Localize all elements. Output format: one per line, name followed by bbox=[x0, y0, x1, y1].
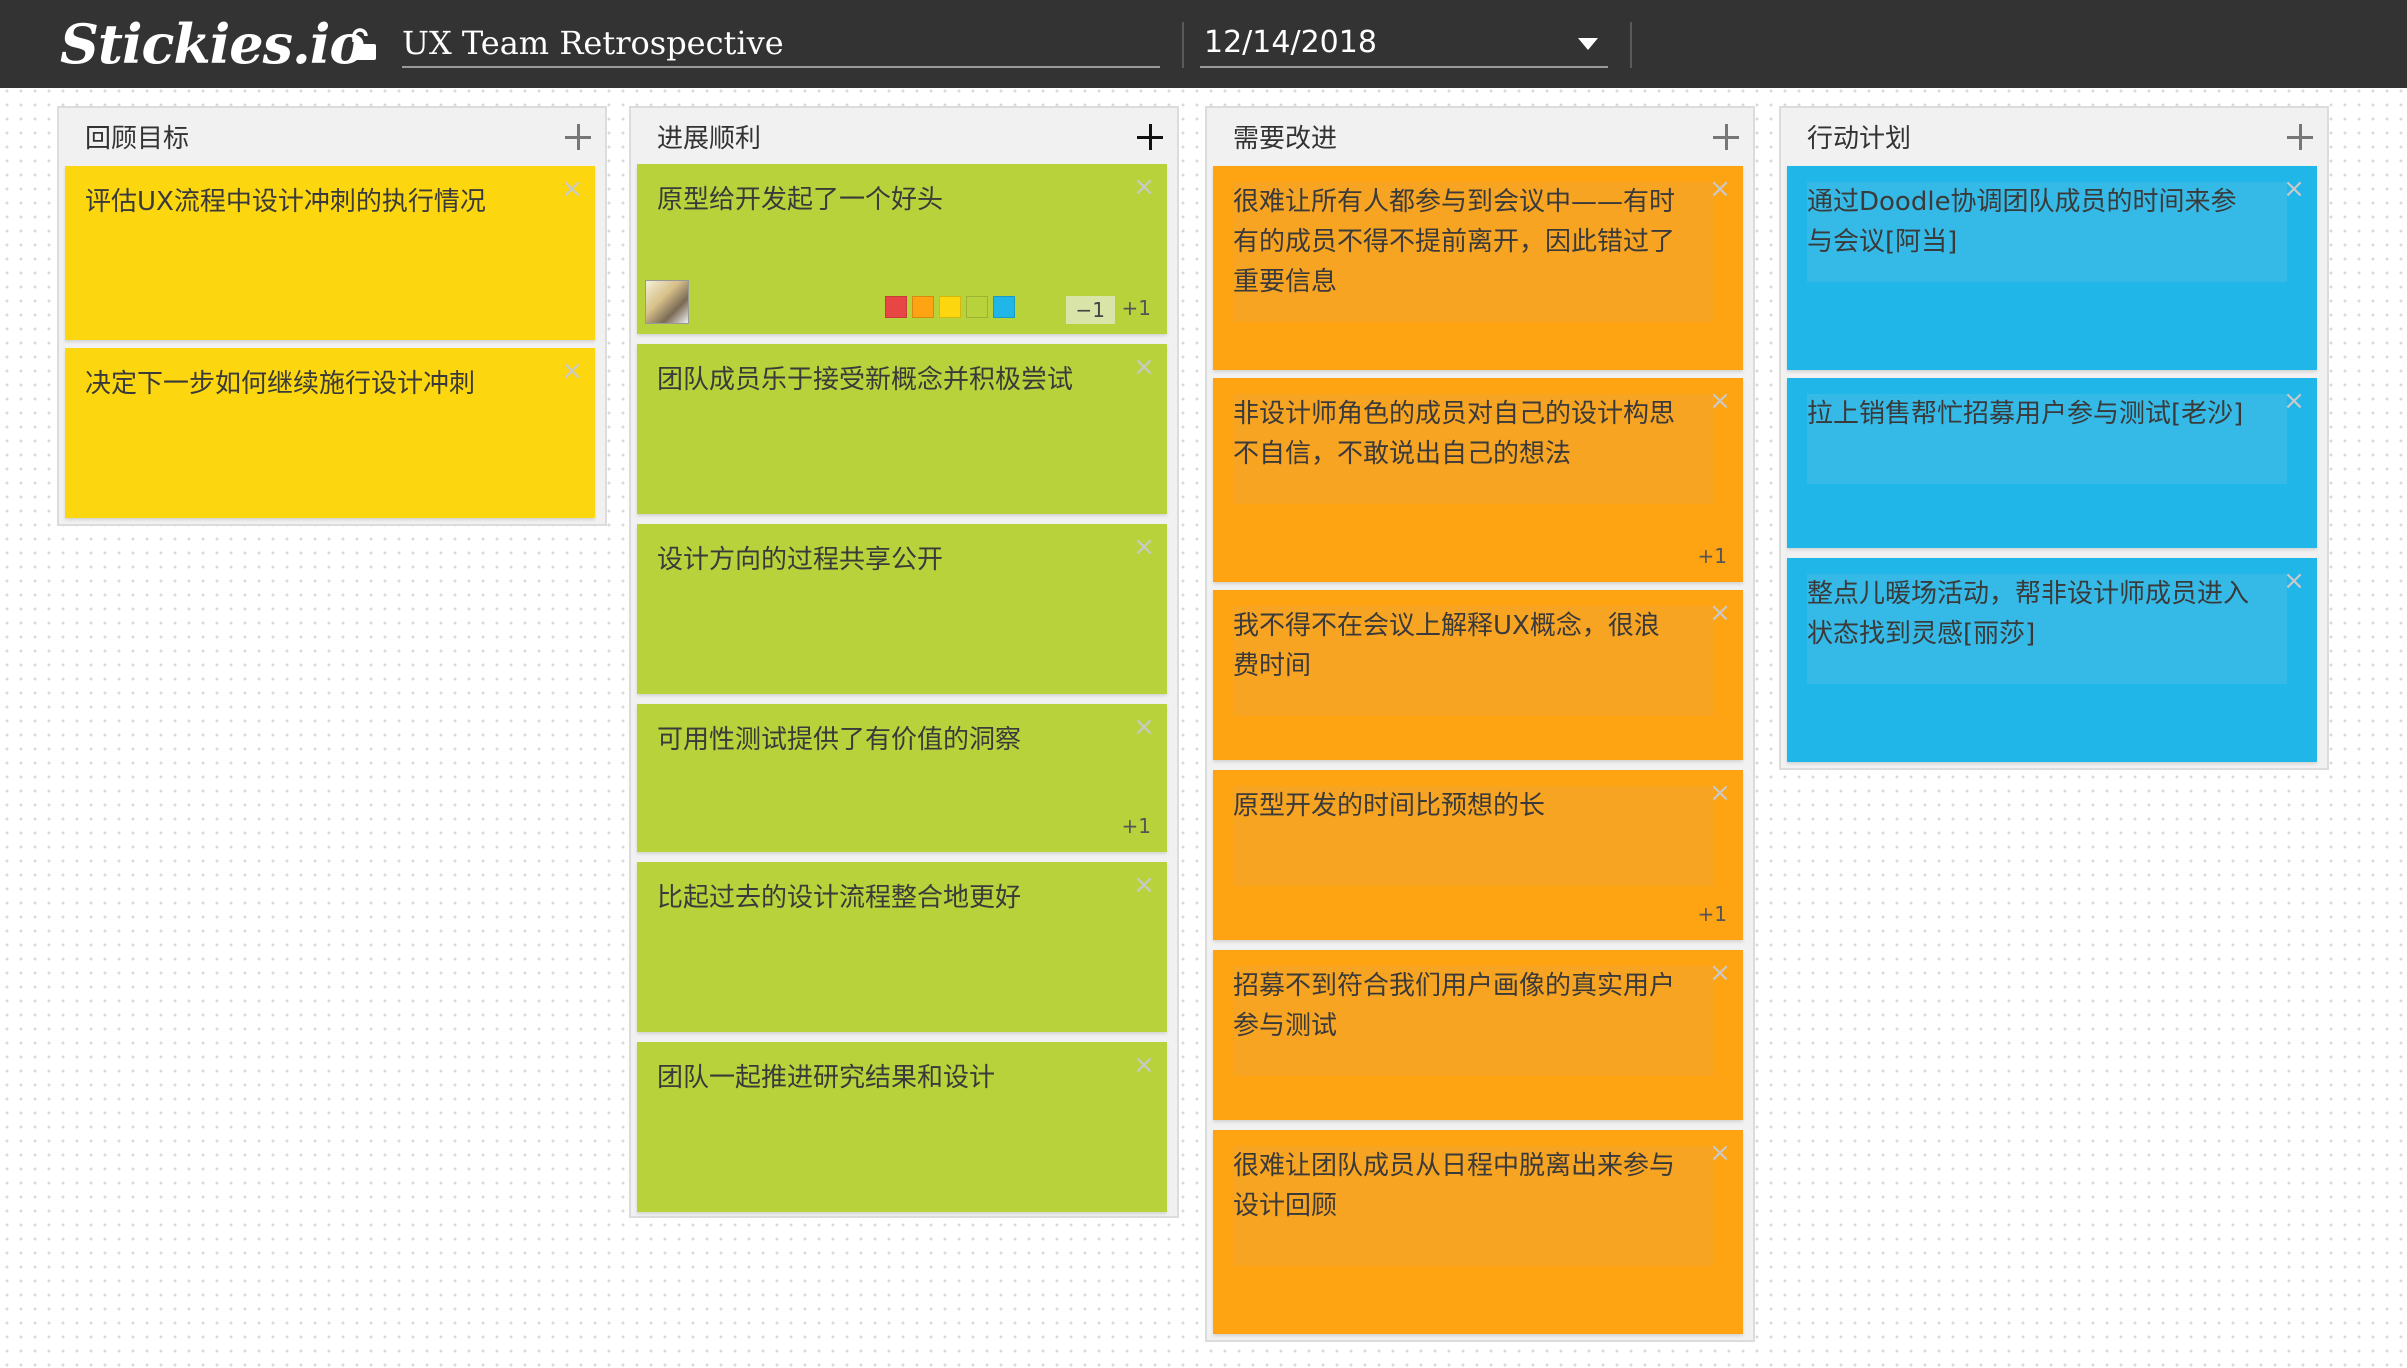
divider bbox=[1630, 22, 1632, 68]
close-icon[interactable]: × bbox=[2281, 388, 2307, 414]
date-value: 12/14/2018 bbox=[1204, 25, 1377, 60]
close-icon[interactable]: × bbox=[1707, 176, 1733, 202]
swatch-orange[interactable] bbox=[912, 296, 934, 318]
note-text[interactable]: 通过Doodle协调团队成员的时间来参与会议[阿当] bbox=[1807, 182, 2257, 262]
column-title: 需要改进 bbox=[1233, 124, 1338, 154]
column-action-plan: 行动计划 通过Doodle协调团队成员的时间来参与会议[阿当] × 拉上销售帮忙… bbox=[1779, 106, 2329, 770]
note-text[interactable]: 很难让所有人都参与到会议中——有时有的成员不得不提前离开，因此错过了重要信息 bbox=[1233, 182, 1683, 302]
sticky-note[interactable]: 决定下一步如何继续施行设计冲刺 × bbox=[65, 348, 595, 518]
close-icon[interactable]: × bbox=[1707, 388, 1733, 414]
note-text[interactable]: 招募不到符合我们用户画像的真实用户参与测试 bbox=[1233, 966, 1683, 1046]
column-title: 进展顺利 bbox=[657, 124, 762, 154]
note-text[interactable]: 原型开发的时间比预想的长 bbox=[1233, 786, 1683, 826]
add-note-button[interactable] bbox=[565, 124, 591, 150]
note-text[interactable]: 设计方向的过程共享公开 bbox=[657, 540, 1107, 580]
sticky-note[interactable]: 我不得不在会议上解释UX概念，很浪费时间 × bbox=[1213, 590, 1743, 760]
close-icon[interactable]: × bbox=[559, 176, 585, 202]
note-text[interactable]: 团队成员乐于接受新概念并积极尝试 bbox=[657, 360, 1107, 400]
close-icon[interactable]: × bbox=[2281, 176, 2307, 202]
divider bbox=[1182, 22, 1184, 68]
sticky-note[interactable]: 原型开发的时间比预想的长 × +1 bbox=[1213, 770, 1743, 940]
sticky-note[interactable]: 可用性测试提供了有价值的洞察 × +1 bbox=[637, 704, 1167, 852]
upvote-button[interactable]: +1 bbox=[1122, 296, 1151, 320]
column-title: 行动计划 bbox=[1807, 124, 1912, 154]
note-text[interactable]: 整点儿暖场活动，帮非设计师成员进入状态找到灵感[丽莎] bbox=[1807, 574, 2257, 654]
chevron-down-icon[interactable] bbox=[1576, 36, 1600, 52]
note-text[interactable]: 非设计师角色的成员对自己的设计构思不自信，不敢说出自己的想法 bbox=[1233, 394, 1683, 474]
board-title-input[interactable]: UX Team Retrospective bbox=[402, 20, 1160, 68]
app-logo[interactable]: Stickies.io bbox=[60, 8, 365, 80]
swatch-blue[interactable] bbox=[993, 296, 1015, 318]
swatch-red[interactable] bbox=[885, 296, 907, 318]
sticky-note[interactable]: 很难让所有人都参与到会议中——有时有的成员不得不提前离开，因此错过了重要信息 × bbox=[1213, 166, 1743, 370]
column-needs-improvement: 需要改进 很难让所有人都参与到会议中——有时有的成员不得不提前离开，因此错过了重… bbox=[1205, 106, 1755, 1342]
close-icon[interactable]: × bbox=[1707, 960, 1733, 986]
close-icon[interactable]: × bbox=[1131, 354, 1157, 380]
column-title: 回顾目标 bbox=[85, 124, 190, 154]
close-icon[interactable]: × bbox=[1131, 174, 1157, 200]
date-dropdown[interactable]: 12/14/2018 bbox=[1200, 20, 1608, 68]
sticky-note[interactable]: 非设计师角色的成员对自己的设计构思不自信，不敢说出自己的想法 × +1 bbox=[1213, 378, 1743, 582]
note-text[interactable]: 团队一起推进研究结果和设计 bbox=[657, 1058, 1107, 1098]
close-icon[interactable]: × bbox=[2281, 568, 2307, 594]
add-note-button[interactable] bbox=[1137, 124, 1163, 150]
note-text[interactable]: 可用性测试提供了有价值的洞察 bbox=[657, 720, 1107, 760]
add-note-button[interactable] bbox=[1713, 124, 1739, 150]
unlocked-padlock-icon[interactable] bbox=[350, 28, 386, 64]
upvote-button[interactable]: +1 bbox=[1122, 814, 1151, 838]
note-text[interactable]: 比起过去的设计流程整合地更好 bbox=[657, 878, 1107, 918]
note-text[interactable]: 拉上销售帮忙招募用户参与测试[老沙] bbox=[1807, 394, 2257, 434]
close-icon[interactable]: × bbox=[1131, 872, 1157, 898]
note-text[interactable]: 我不得不在会议上解释UX概念，很浪费时间 bbox=[1233, 606, 1683, 686]
sticky-note[interactable]: 通过Doodle协调团队成员的时间来参与会议[阿当] × bbox=[1787, 166, 2317, 370]
note-text[interactable]: 原型给开发起了一个好头 bbox=[657, 180, 1107, 220]
upvote-button[interactable]: +1 bbox=[1698, 902, 1727, 926]
column-review-goals: 回顾目标 评估UX流程中设计冲刺的执行情况 × 决定下一步如何继续施行设计冲刺 … bbox=[57, 106, 607, 526]
add-note-button[interactable] bbox=[2287, 124, 2313, 150]
sticky-note[interactable]: 设计方向的过程共享公开 × bbox=[637, 524, 1167, 694]
swatch-green[interactable] bbox=[966, 296, 988, 318]
sticky-note[interactable]: 原型给开发起了一个好头 × −1 +1 bbox=[637, 164, 1167, 334]
column-went-well: 进展顺利 原型给开发起了一个好头 × −1 +1 团队成员乐于接受新概念并积极尝… bbox=[629, 106, 1179, 1218]
sticky-note[interactable]: 招募不到符合我们用户画像的真实用户参与测试 × bbox=[1213, 950, 1743, 1120]
note-text[interactable]: 很难让团队成员从日程中脱离出来参与设计回顾 bbox=[1233, 1146, 1683, 1226]
upvote-button[interactable]: +1 bbox=[1698, 544, 1727, 568]
close-icon[interactable]: × bbox=[559, 358, 585, 384]
sticky-note[interactable]: 团队成员乐于接受新概念并积极尝试 × bbox=[637, 344, 1167, 514]
close-icon[interactable]: × bbox=[1131, 534, 1157, 560]
note-text[interactable]: 决定下一步如何继续施行设计冲刺 bbox=[85, 364, 535, 404]
sticky-note[interactable]: 拉上销售帮忙招募用户参与测试[老沙] × bbox=[1787, 378, 2317, 548]
downvote-button[interactable]: −1 bbox=[1065, 296, 1115, 324]
avatar bbox=[645, 280, 689, 324]
color-picker bbox=[885, 296, 1015, 318]
close-icon[interactable]: × bbox=[1707, 780, 1733, 806]
sticky-note[interactable]: 评估UX流程中设计冲刺的执行情况 × bbox=[65, 166, 595, 340]
sticky-note[interactable]: 团队一起推进研究结果和设计 × bbox=[637, 1042, 1167, 1212]
close-icon[interactable]: × bbox=[1131, 1052, 1157, 1078]
close-icon[interactable]: × bbox=[1131, 714, 1157, 740]
close-icon[interactable]: × bbox=[1707, 1140, 1733, 1166]
close-icon[interactable]: × bbox=[1707, 600, 1733, 626]
sticky-note[interactable]: 很难让团队成员从日程中脱离出来参与设计回顾 × bbox=[1213, 1130, 1743, 1334]
sticky-note[interactable]: 整点儿暖场活动，帮非设计师成员进入状态找到灵感[丽莎] × bbox=[1787, 558, 2317, 762]
sticky-note[interactable]: 比起过去的设计流程整合地更好 × bbox=[637, 862, 1167, 1032]
swatch-yellow[interactable] bbox=[939, 296, 961, 318]
note-text[interactable]: 评估UX流程中设计冲刺的执行情况 bbox=[85, 182, 535, 222]
top-bar: Stickies.io UX Team Retrospective 12/14/… bbox=[0, 0, 2407, 88]
